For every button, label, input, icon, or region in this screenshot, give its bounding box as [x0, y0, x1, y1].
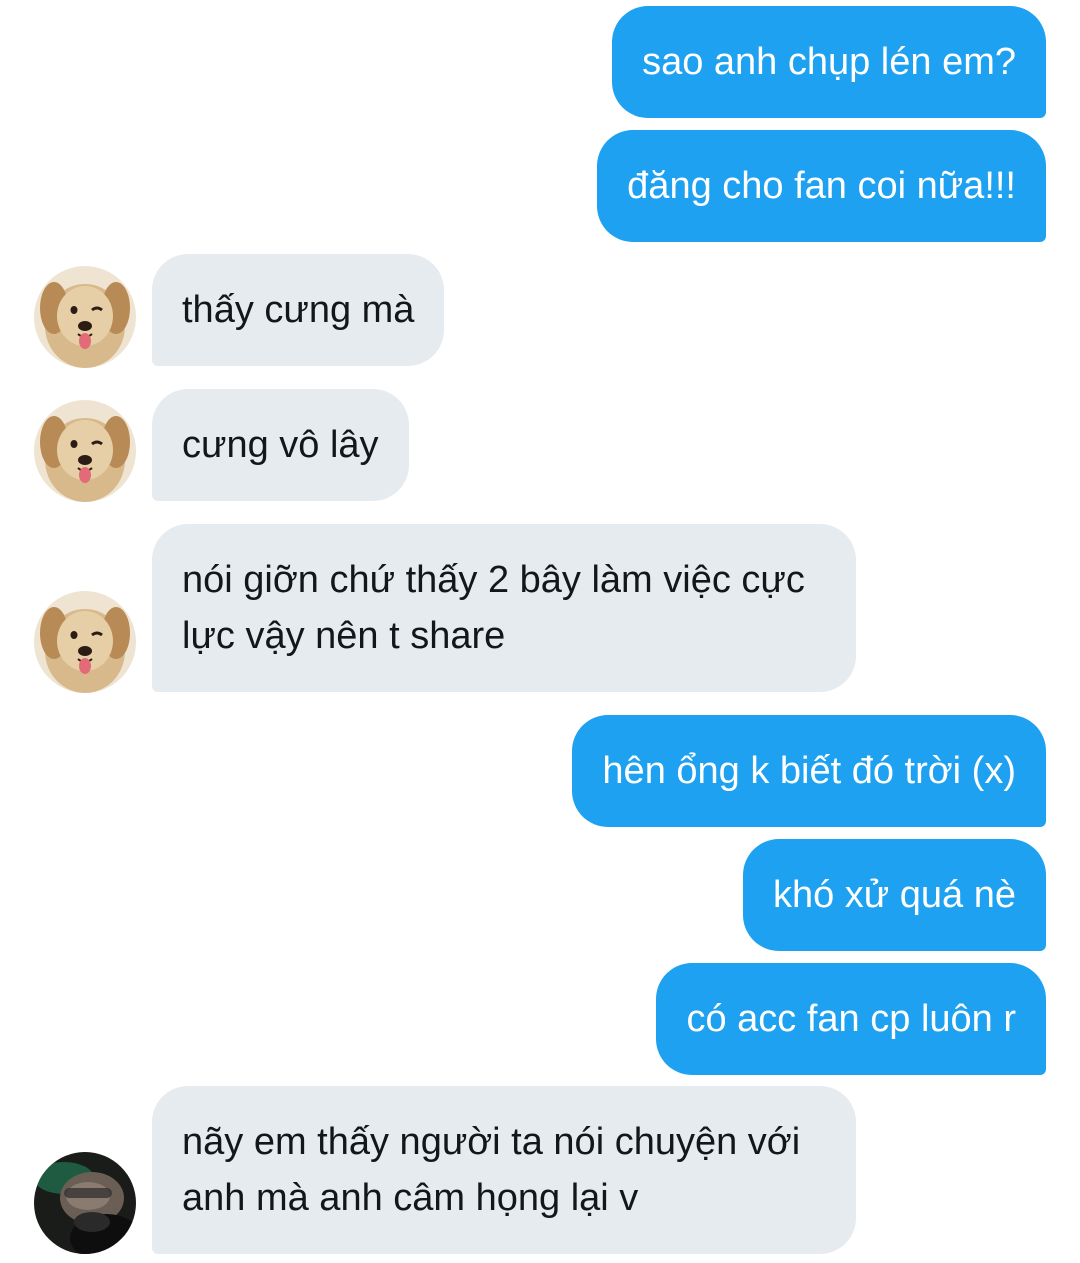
message-line: nãy em thấy người ta nói chuyện với	[182, 1121, 801, 1163]
message-text: nói giỡn chứ thấy 2 bây làm việc cực lực…	[182, 552, 805, 664]
message-bubble-incoming[interactable]: cưng vô lây	[152, 389, 409, 501]
message-text: sao anh chụp lén em?	[642, 41, 1016, 83]
message-text: nãy em thấy người ta nói chuyện với anh …	[182, 1114, 800, 1226]
dog-icon	[34, 400, 136, 502]
golden-retriever-avatar[interactable]	[34, 591, 136, 693]
message-text: khó xử quá nè	[772, 874, 1016, 916]
golden-retriever-avatar[interactable]	[34, 400, 136, 502]
message-text: có acc fan cp luôn r	[686, 998, 1016, 1040]
message-bubble-incoming[interactable]: thấy cưng mà	[152, 254, 445, 366]
message-bubble-outgoing[interactable]: có acc fan cp luôn r	[656, 963, 1046, 1075]
message-bubble-incoming[interactable]: nãy em thấy người ta nói chuyện với anh …	[152, 1086, 856, 1254]
message-text: hên ổng k biết đó trời (x)	[602, 750, 1016, 792]
message-text: cưng vô lây	[182, 424, 379, 466]
dark-person-avatar[interactable]	[34, 1152, 136, 1254]
message-text: đăng cho fan coi nữa!!!	[627, 165, 1016, 207]
message-bubble-outgoing[interactable]: sao anh chụp lén em?	[612, 6, 1046, 118]
message-bubble-outgoing[interactable]: hên ổng k biết đó trời (x)	[572, 715, 1046, 827]
person-photo-icon	[34, 1152, 136, 1254]
message-line: nói giỡn chứ thấy 2 bây làm việc cực	[182, 559, 805, 601]
message-bubble-incoming[interactable]: nói giỡn chứ thấy 2 bây làm việc cực lực…	[152, 524, 856, 692]
message-line: lực vậy nên t share	[182, 615, 506, 657]
dog-icon	[34, 266, 136, 368]
message-text: thấy cưng mà	[182, 289, 415, 331]
message-bubble-outgoing[interactable]: đăng cho fan coi nữa!!!	[597, 130, 1046, 242]
message-line: anh mà anh câm họng lại v	[182, 1177, 639, 1219]
dog-icon	[34, 591, 136, 693]
golden-retriever-avatar[interactable]	[34, 266, 136, 368]
message-bubble-outgoing[interactable]: khó xử quá nè	[742, 839, 1046, 951]
